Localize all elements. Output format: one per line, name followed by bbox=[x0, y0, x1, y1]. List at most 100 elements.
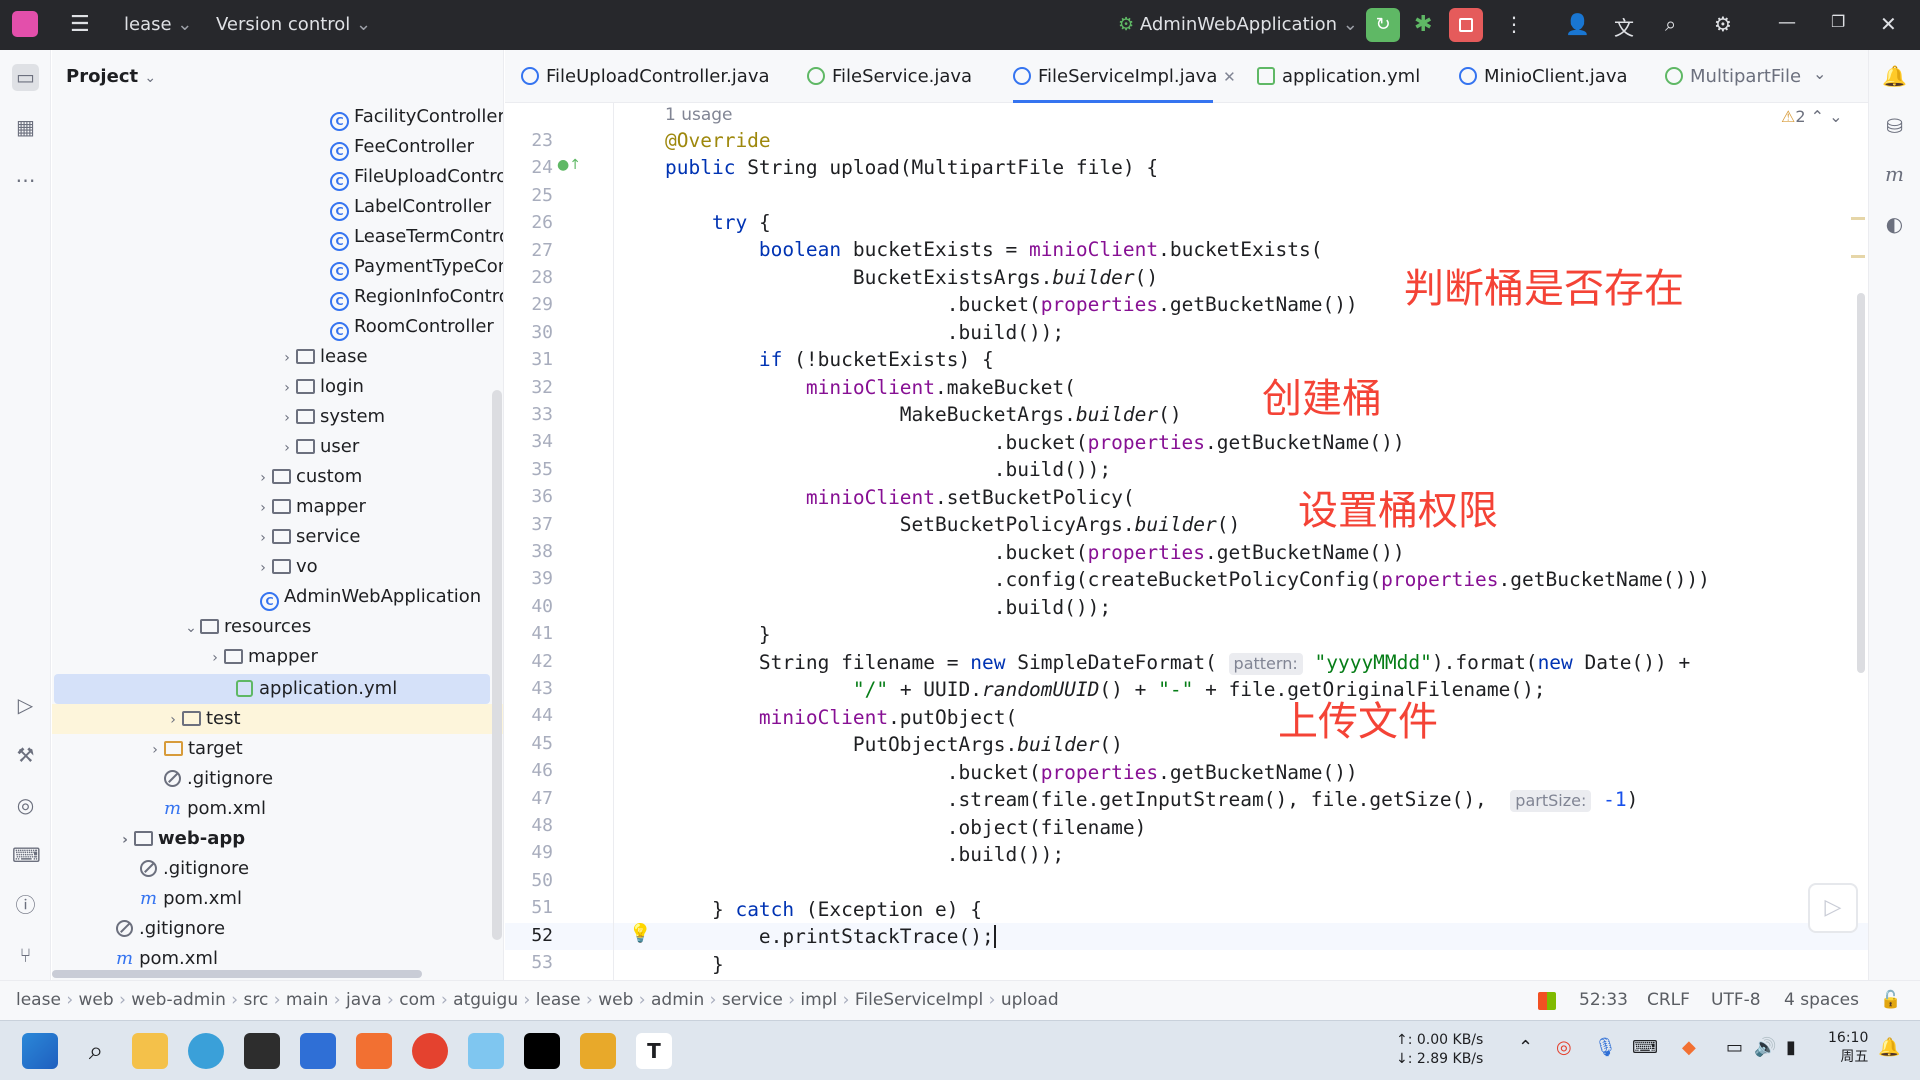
terminal-icon[interactable]: ⌨ bbox=[12, 842, 41, 869]
chevron-right-icon[interactable]: › bbox=[254, 523, 272, 553]
volume-icon[interactable]: 🔊 bbox=[1754, 1037, 1776, 1058]
tree-item[interactable]: m pom.xml bbox=[140, 884, 242, 914]
search-icon[interactable]: ⌕ bbox=[1665, 12, 1676, 36]
edge-icon[interactable] bbox=[188, 1033, 224, 1069]
minimize-icon[interactable]: — bbox=[1778, 12, 1796, 33]
breadcrumb-item[interactable]: lease bbox=[16, 990, 61, 1010]
chevron-right-icon[interactable]: › bbox=[278, 343, 296, 373]
tab-fileuploadcontroller[interactable]: FileUploadController.java bbox=[521, 50, 770, 103]
usage-hint[interactable]: 1 usage bbox=[665, 103, 733, 127]
tree-item[interactable]: › service bbox=[254, 522, 360, 552]
breadcrumb-item[interactable]: upload bbox=[1001, 990, 1059, 1010]
indent-setting[interactable]: 4 spaces bbox=[1784, 990, 1859, 1010]
breadcrumb-item[interactable]: src bbox=[243, 990, 268, 1010]
structure-icon[interactable]: ▦ bbox=[12, 114, 39, 141]
tree-h-scrollbar[interactable] bbox=[52, 970, 422, 978]
breadcrumb-item[interactable]: com bbox=[399, 990, 435, 1010]
git-icon[interactable]: ⑂ bbox=[12, 942, 39, 969]
vcs-selector[interactable]: Version control ⌄ bbox=[216, 14, 371, 35]
chrome-icon[interactable] bbox=[412, 1033, 448, 1069]
tab-application-yml[interactable]: application.yml bbox=[1257, 50, 1420, 103]
start-icon[interactable] bbox=[22, 1033, 58, 1069]
tree-item[interactable]: › vo bbox=[254, 552, 317, 583]
build-icon[interactable]: ⚒ bbox=[12, 742, 39, 769]
stop-icon[interactable] bbox=[1449, 8, 1483, 42]
ime-icon[interactable]: ⌨ bbox=[1632, 1037, 1658, 1058]
code-editor[interactable]: 1 usage ⚠2 ⌃ ⌄ ●↑ 💡 23 24 25 26 27 28 29 30 31 32… bbox=[505, 103, 1868, 980]
terminal-app-icon[interactable] bbox=[244, 1033, 280, 1069]
tree-item[interactable]: C PaymentTypeCont bbox=[330, 252, 503, 282]
run-config-selector[interactable]: ⚙ AdminWebApplication ⌄ bbox=[1118, 14, 1358, 35]
tree-item[interactable]: C FacilityController bbox=[330, 102, 503, 132]
tray-app-icon[interactable]: ◆ bbox=[1682, 1037, 1696, 1058]
tree-item[interactable]: › custom bbox=[254, 462, 362, 492]
tree-item[interactable]: C RegionInfoControll bbox=[330, 282, 503, 312]
add-user-icon[interactable]: 👤 bbox=[1565, 12, 1590, 36]
project-panel-title[interactable]: Project ⌄ bbox=[66, 66, 156, 87]
tree-item[interactable]: C FeeController bbox=[330, 132, 474, 162]
tree-scrollbar[interactable] bbox=[492, 390, 502, 940]
breadcrumb-item[interactable]: web bbox=[79, 990, 114, 1010]
tree-item[interactable]: C LeaseTermControl bbox=[330, 222, 503, 252]
breadcrumb-item[interactable]: atguigu bbox=[453, 990, 518, 1010]
clock[interactable]: 16:10 周五 bbox=[1828, 1029, 1868, 1067]
chevron-right-icon[interactable]: › bbox=[116, 825, 134, 855]
file-explorer-icon[interactable] bbox=[132, 1033, 168, 1069]
main-menu-icon[interactable]: ☰ bbox=[70, 12, 90, 37]
chevron-right-icon[interactable]: › bbox=[278, 373, 296, 403]
search-icon[interactable]: ⌕ bbox=[78, 1033, 114, 1069]
tree-item[interactable]: C AdminWebApplication bbox=[260, 582, 481, 612]
breadcrumb-item[interactable]: FileServiceImpl bbox=[855, 990, 983, 1010]
run-icon[interactable]: ▷ bbox=[12, 692, 39, 719]
tree-item[interactable]: m pom.xml bbox=[116, 944, 218, 974]
chevron-right-icon[interactable]: › bbox=[278, 433, 296, 463]
breadcrumb-item[interactable]: main bbox=[286, 990, 328, 1010]
tree-item[interactable]: .gitignore bbox=[116, 914, 225, 944]
chevron-right-icon[interactable]: › bbox=[254, 553, 272, 583]
problems-icon[interactable]: ⓘ bbox=[12, 892, 39, 919]
tree-item[interactable]: › web-app bbox=[116, 824, 245, 854]
chevron-right-icon[interactable]: › bbox=[254, 493, 272, 523]
chevron-right-icon[interactable]: › bbox=[164, 705, 182, 735]
tray-app-icon[interactable]: ◎ bbox=[1556, 1037, 1572, 1058]
lock-icon[interactable]: 🔓 bbox=[1880, 990, 1901, 1010]
tree-item[interactable]: C LabelController bbox=[330, 192, 491, 222]
typora-icon[interactable]: T bbox=[636, 1033, 672, 1069]
tree-item[interactable]: › system bbox=[278, 402, 385, 432]
tree-item-selected[interactable]: application.yml bbox=[236, 674, 397, 704]
line-separator[interactable]: CRLF bbox=[1647, 990, 1690, 1010]
app-icon[interactable] bbox=[356, 1033, 392, 1069]
intention-bulb-icon[interactable]: 💡 bbox=[629, 923, 651, 944]
store-icon[interactable] bbox=[300, 1033, 336, 1069]
translate-icon[interactable]: 文 bbox=[1614, 12, 1634, 41]
tab-minioclient[interactable]: MinioClient.java bbox=[1459, 50, 1628, 103]
sublime-icon[interactable] bbox=[580, 1033, 616, 1069]
editor-scrollbar[interactable] bbox=[1857, 293, 1865, 673]
microphone-icon[interactable]: 🎙 bbox=[1594, 1037, 1617, 1058]
maven-tool-icon[interactable]: m bbox=[1881, 162, 1908, 189]
prev-highlight-icon[interactable]: ⌃ bbox=[1811, 107, 1824, 126]
tree-item[interactable]: › lease bbox=[278, 342, 367, 373]
tree-item[interactable]: C FileUploadControll bbox=[330, 162, 503, 192]
ai-assistant-icon[interactable]: ◐ bbox=[1881, 212, 1908, 239]
tabs-dropdown-icon[interactable]: ⌄ bbox=[1813, 64, 1826, 83]
more-actions-icon[interactable]: ⋮ bbox=[1504, 12, 1524, 36]
services-icon[interactable]: ◎ bbox=[12, 792, 39, 819]
close-window-icon[interactable]: ✕ bbox=[1880, 12, 1897, 36]
chevron-right-icon[interactable]: › bbox=[278, 403, 296, 433]
breadcrumb-item[interactable]: web bbox=[598, 990, 633, 1010]
tab-fileserviceimpl[interactable]: FileServiceImpl.java ✕ bbox=[1013, 50, 1236, 103]
intellij-icon[interactable] bbox=[524, 1033, 560, 1069]
breadcrumb-item[interactable]: service bbox=[722, 990, 783, 1010]
notifications-icon[interactable]: 🔔 bbox=[1881, 64, 1908, 91]
display-icon[interactable]: ▭ bbox=[1726, 1037, 1743, 1058]
tab-multipartfile[interactable]: MultipartFile bbox=[1665, 50, 1801, 103]
tree-item[interactable]: .gitignore bbox=[140, 854, 249, 884]
tree-item[interactable]: › mapper bbox=[254, 492, 366, 522]
tree-item[interactable]: › login bbox=[278, 372, 364, 402]
tree-item[interactable]: m pom.xml bbox=[164, 794, 266, 824]
debug-icon[interactable]: ✱ bbox=[1414, 12, 1432, 37]
chevron-right-icon[interactable]: › bbox=[146, 735, 164, 765]
more-tools-icon[interactable]: … bbox=[12, 162, 39, 189]
tree-item[interactable]: › test bbox=[164, 704, 240, 735]
